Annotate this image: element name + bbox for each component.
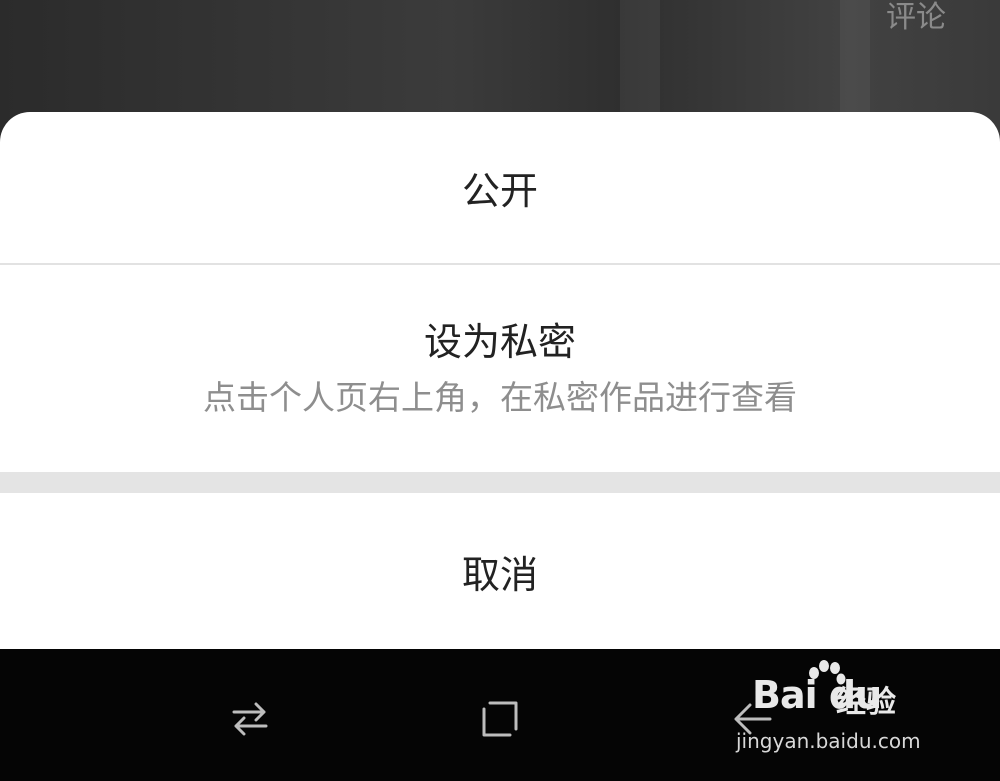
cancel-label: 取消	[461, 552, 538, 597]
comment-label[interactable]: 评论	[886, 0, 946, 36]
baidu-jingyan-watermark: Bai du 经验 jingyan.baidu.com	[724, 660, 954, 763]
recent-apps-icon[interactable]	[220, 689, 280, 749]
section-separator	[0, 472, 1000, 493]
option-private-subtitle: 点击个人页右上角，在私密作品进行查看	[203, 377, 797, 417]
option-private-button[interactable]: 设为私密 点击个人页右上角，在私密作品进行查看	[0, 265, 1000, 472]
option-public-label: 公开	[461, 169, 538, 213]
option-public-button[interactable]: 公开	[0, 112, 1000, 265]
option-private-title: 设为私密	[423, 319, 576, 364]
home-icon[interactable]	[470, 689, 530, 749]
privacy-action-sheet: 公开 设为私密 点击个人页右上角，在私密作品进行查看 取消	[0, 112, 1000, 649]
watermark-url: jingyan.baidu.com	[736, 729, 921, 753]
navigation-bar: Bai du 经验 jingyan.baidu.com	[0, 649, 1000, 781]
phone-screen: 评论 公开 设为私密 点击个人页右上角，在私密作品进行查看 取消 Bai du …	[0, 0, 1000, 781]
cancel-button[interactable]: 取消	[0, 493, 1000, 649]
jingyan-logo-text: 经验	[836, 685, 896, 720]
